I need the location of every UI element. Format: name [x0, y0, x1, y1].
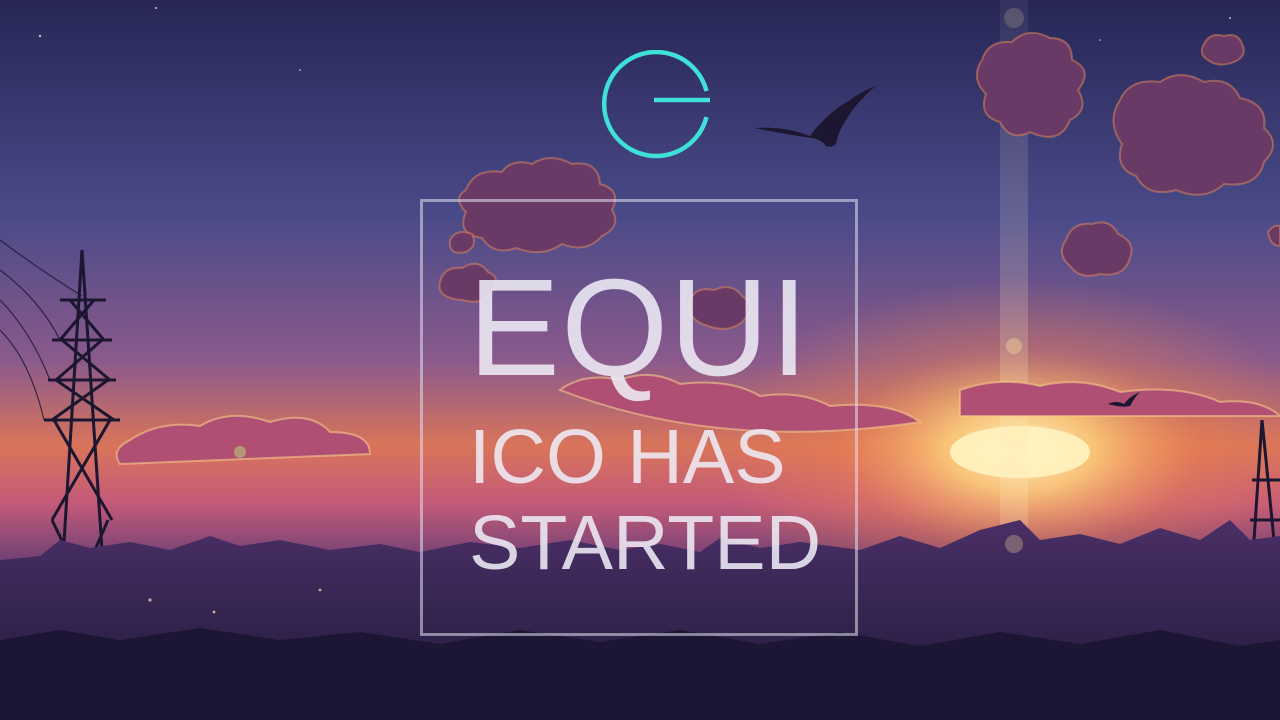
headline-subtitle: ICO HAS STARTED: [469, 414, 829, 586]
headline-line-1: ICO HAS: [469, 414, 786, 500]
logo-ring: [601, 50, 709, 159]
page-title: EQUI: [468, 251, 810, 405]
promo-banner: EQUI ICO HAS STARTED: [0, 0, 1280, 720]
g-ring-logo-icon: [601, 50, 710, 159]
headline-line-2: STARTED: [469, 500, 822, 586]
